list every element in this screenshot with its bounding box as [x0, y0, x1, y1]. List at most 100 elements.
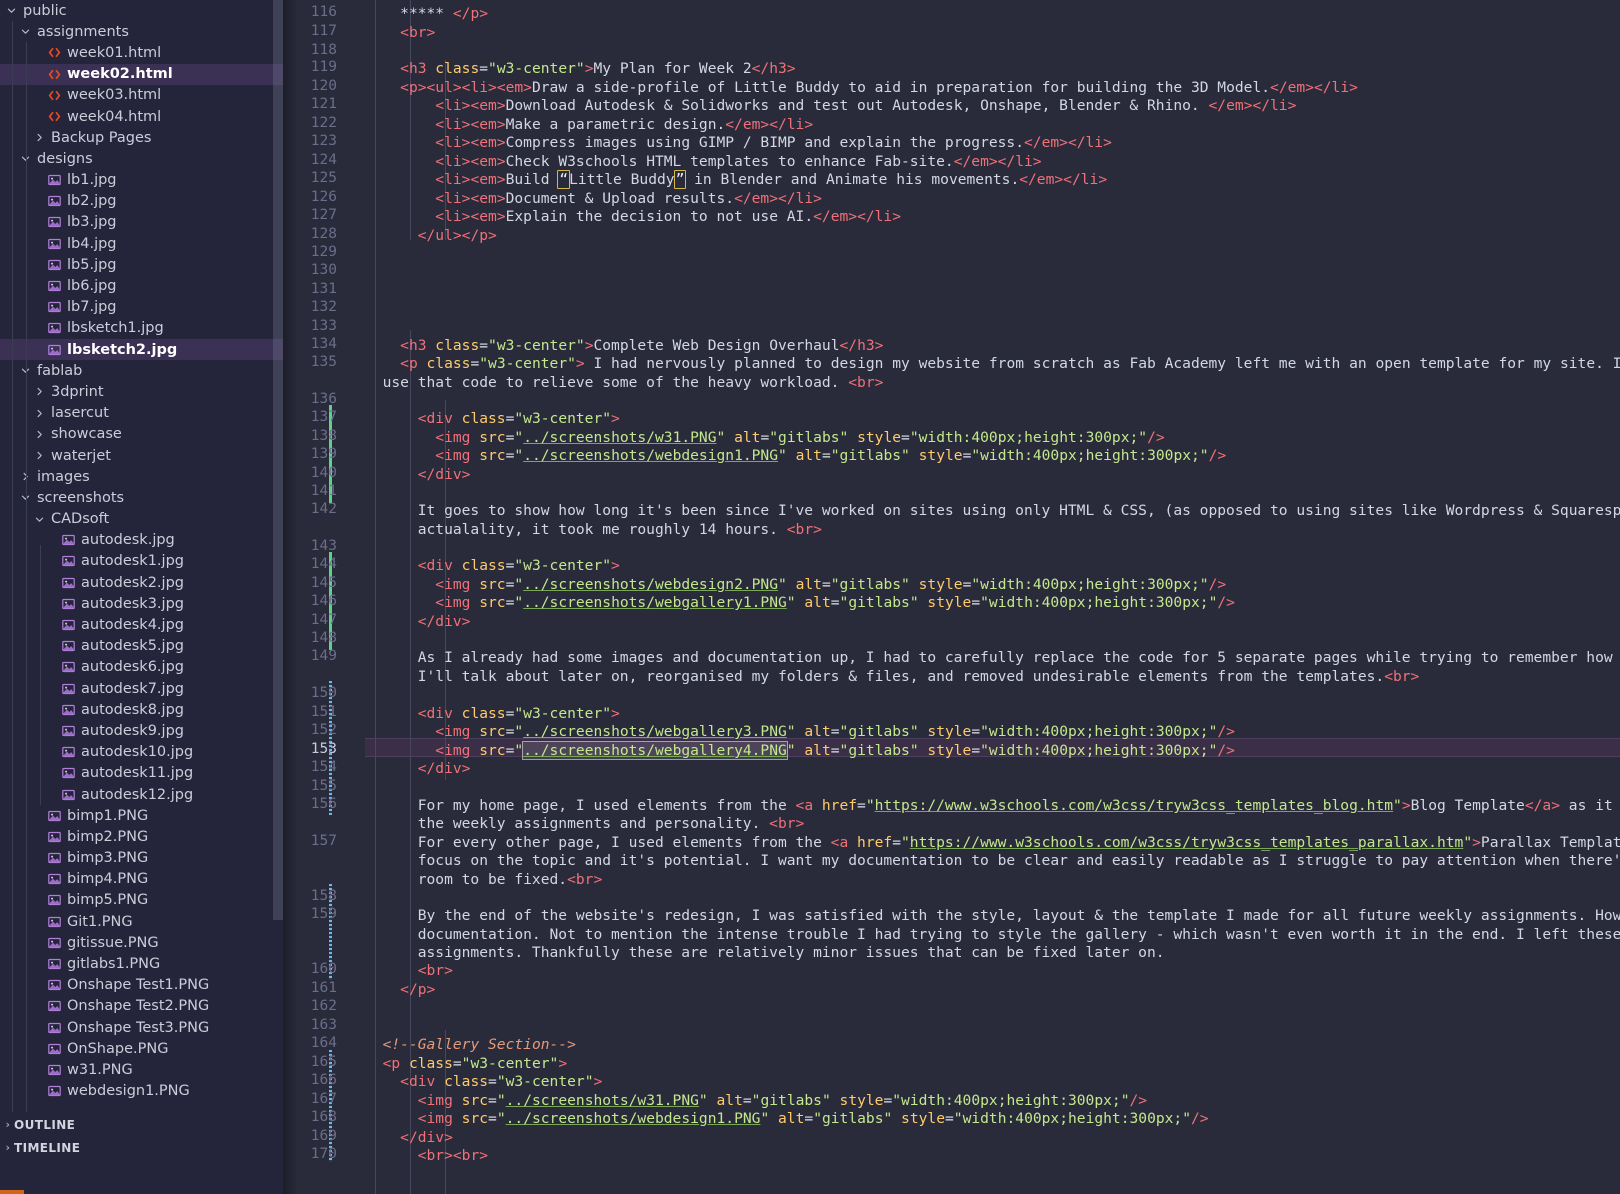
code-line[interactable]: <div class="w3-center">	[365, 409, 620, 428]
code-line[interactable]: <li><em>Check W3schools HTML templates t…	[365, 152, 1041, 171]
code-line[interactable]: assignments. Thankfully these are relati…	[365, 943, 1165, 962]
tree-file-autodesk9-jpg[interactable]: autodesk9.jpg	[0, 720, 283, 741]
code-line[interactable]: </p>	[365, 980, 435, 999]
code-line[interactable]: use that code to relieve some of the hea…	[365, 373, 884, 392]
editor-gutter[interactable]: 116 117 118 119 120 121 122 123 124 125 126 127 128 1…	[283, 0, 347, 1194]
tree-file-gitissue-png[interactable]: gitissue.PNG	[0, 932, 283, 953]
code-line[interactable]: documentation. Not to mention the intens…	[365, 925, 1620, 944]
code-line[interactable]: <li><em>Make a parametric design.</em></…	[365, 115, 813, 134]
tree-file-bimp3-png[interactable]: bimp3.PNG	[0, 848, 283, 869]
code-line[interactable]: <li><em>Compress images using GIMP / BIM…	[365, 133, 1112, 152]
tree-folder-screenshots[interactable]: screenshots	[0, 487, 283, 508]
tree-file-gitlabs1-png[interactable]: gitlabs1.PNG	[0, 953, 283, 974]
file-tree[interactable]: public assignments week01.html week02.html w…	[0, 0, 283, 1112]
tree-folder-designs[interactable]: designs	[0, 148, 283, 169]
code-content[interactable]: ***** </p> <br> <h3 class="w3-center">My…	[365, 0, 1620, 1194]
tree-file-autodesk11-jpg[interactable]: autodesk11.jpg	[0, 763, 283, 784]
code-editor[interactable]: 116 117 118 119 120 121 122 123 124 125 126 127 128 1…	[283, 0, 1620, 1194]
code-line[interactable]: <h3 class="w3-center">Complete Web Desig…	[365, 336, 883, 355]
code-line[interactable]: For my home page, I used elements from t…	[365, 796, 1620, 815]
tree-file-autodesk1-jpg[interactable]: autodesk1.jpg	[0, 551, 283, 572]
code-line[interactable]: </div>	[365, 612, 471, 631]
tree-file-onshape-test1-png[interactable]: Onshape Test1.PNG	[0, 975, 283, 996]
code-line[interactable]: <li><em>Download Autodesk & Solidworks a…	[365, 96, 1296, 115]
code-line[interactable]: room to be fixed.<br>	[365, 870, 603, 889]
code-line[interactable]: <img src = "../screenshots/webgallery4.PNG…	[365, 741, 1235, 760]
tree-file-bimp1-png[interactable]: bimp1.PNG	[0, 805, 283, 826]
code-line[interactable]: <p class="w3-center">	[365, 1054, 568, 1073]
tree-file-autodesk3-jpg[interactable]: autodesk3.jpg	[0, 593, 283, 614]
tree-folder-cadsoft[interactable]: CADsoft	[0, 509, 283, 530]
code-line[interactable]: <h3 class="w3-center">My Plan for Week 2…	[365, 59, 795, 78]
tree-folder-waterjet[interactable]: waterjet	[0, 445, 283, 466]
tree-file-autodesk6-jpg[interactable]: autodesk6.jpg	[0, 657, 283, 678]
tree-file-autodesk4-jpg[interactable]: autodesk4.jpg	[0, 614, 283, 635]
code-line[interactable]: <li><em>Document & Upload results.</em><…	[365, 189, 822, 208]
tree-file-lb4-jpg[interactable]: lb4.jpg	[0, 233, 283, 254]
tree-file-autodesk-jpg[interactable]: autodesk.jpg	[0, 530, 283, 551]
tree-file-autodesk5-jpg[interactable]: autodesk5.jpg	[0, 636, 283, 657]
sidebar-scrollbar[interactable]	[272, 0, 283, 1112]
code-line[interactable]: <br>	[365, 23, 435, 42]
tree-file-onshape-test3-png[interactable]: Onshape Test3.PNG	[0, 1017, 283, 1038]
tree-folder-images[interactable]: images	[0, 466, 283, 487]
code-line[interactable]: <!--Gallery Section-->	[365, 1035, 576, 1054]
code-line[interactable]: <div class="w3-center">	[365, 704, 620, 723]
code-line[interactable]: <p><ul><li><em>Draw a side-profile of Li…	[365, 78, 1358, 97]
sidebar-scrollbar-thumb[interactable]	[273, 0, 283, 920]
tree-folder-public[interactable]: public	[0, 0, 283, 21]
tree-file-week03-html[interactable]: week03.html	[0, 85, 283, 106]
tree-file-lb6-jpg[interactable]: lb6.jpg	[0, 275, 283, 296]
tree-file-lb1-jpg[interactable]: lb1.jpg	[0, 170, 283, 191]
code-line[interactable]: actualality, it took me roughly 14 hours…	[365, 520, 822, 539]
tree-file-w31-png[interactable]: w31.PNG	[0, 1059, 283, 1080]
tree-file-onshape-test2-png[interactable]: Onshape Test2.PNG	[0, 996, 283, 1017]
code-line[interactable]: <li><em>Explain the decision to not use …	[365, 207, 901, 226]
code-line[interactable]: <br><br>	[365, 1146, 488, 1165]
outline-section-header[interactable]: › OUTLINE	[0, 1112, 283, 1137]
tree-file-autodesk7-jpg[interactable]: autodesk7.jpg	[0, 678, 283, 699]
tree-file-autodesk8-jpg[interactable]: autodesk8.jpg	[0, 699, 283, 720]
code-line[interactable]: <img src="../screenshots/webdesign1.PNG"…	[365, 446, 1226, 465]
timeline-section-header[interactable]: › TIMELINE	[0, 1135, 283, 1160]
tree-file-week04-html[interactable]: week04.html	[0, 106, 283, 127]
tree-folder-showcase[interactable]: showcase	[0, 424, 283, 445]
code-line[interactable]: <img src="../screenshots/webdesign1.PNG"…	[365, 1109, 1209, 1128]
tree-folder-backup-pages[interactable]: Backup Pages	[0, 127, 283, 148]
tree-folder-lasercut[interactable]: lasercut	[0, 403, 283, 424]
tree-file-week02-html[interactable]: week02.html	[0, 63, 283, 85]
code-line[interactable]: As I already had some images and documen…	[365, 648, 1620, 667]
tree-file-bimp4-png[interactable]: bimp4.PNG	[0, 869, 283, 890]
code-line[interactable]: </div>	[365, 465, 471, 484]
tree-file-lbsketch1-jpg[interactable]: lbsketch1.jpg	[0, 318, 283, 339]
tree-file-lbsketch2-jpg[interactable]: lbsketch2.jpg	[0, 339, 283, 361]
tree-folder-fablab[interactable]: fablab	[0, 360, 283, 381]
code-line[interactable]: <div class="w3-center">	[365, 556, 620, 575]
code-line[interactable]: <p class="w3-center"> I had nervously pl…	[365, 354, 1620, 373]
tree-file-lb2-jpg[interactable]: lb2.jpg	[0, 191, 283, 212]
tree-file-lb3-jpg[interactable]: lb3.jpg	[0, 212, 283, 233]
code-line[interactable]: <img src = "../screenshots/webgallery3.PNG…	[365, 722, 1235, 741]
tree-folder-assignments[interactable]: assignments	[0, 21, 283, 42]
code-line[interactable]: </ul></p>	[365, 226, 497, 245]
code-line[interactable]: <img src="../screenshots/webdesign2.PNG"…	[365, 575, 1226, 594]
code-line[interactable]: I'll talk about later on, reorganised my…	[365, 667, 1420, 686]
tree-file-lb5-jpg[interactable]: lb5.jpg	[0, 254, 283, 275]
code-line[interactable]: <br>	[365, 961, 453, 980]
tree-file-lb7-jpg[interactable]: lb7.jpg	[0, 297, 283, 318]
code-line[interactable]: <li><em>Build “Little Buddy” in Blender …	[365, 170, 1107, 189]
tree-file-bimp5-png[interactable]: bimp5.PNG	[0, 890, 283, 911]
code-line[interactable]: the weekly assignments and personality. …	[365, 814, 805, 833]
code-line[interactable]: </div>	[365, 759, 471, 778]
code-line[interactable]: <img src="../screenshots/w31.PNG" alt="g…	[365, 1091, 1147, 1110]
tree-file-autodesk10-jpg[interactable]: autodesk10.jpg	[0, 742, 283, 763]
code-line[interactable]: <div class="w3-center">	[365, 1072, 602, 1091]
code-line[interactable]: <img src="../screenshots/w31.PNG" alt="g…	[365, 428, 1164, 447]
fold-column[interactable]	[347, 0, 363, 1194]
tree-file-webdesign1-png[interactable]: webdesign1.PNG	[0, 1081, 283, 1102]
code-line[interactable]: ***** </p>	[365, 4, 488, 23]
code-line[interactable]: By the end of the website's redesign, I …	[365, 906, 1620, 925]
code-line[interactable]: focus on the topic and it's potential. I…	[365, 851, 1620, 870]
tree-file-week01-html[interactable]: week01.html	[0, 42, 283, 63]
tree-file-autodesk2-jpg[interactable]: autodesk2.jpg	[0, 572, 283, 593]
